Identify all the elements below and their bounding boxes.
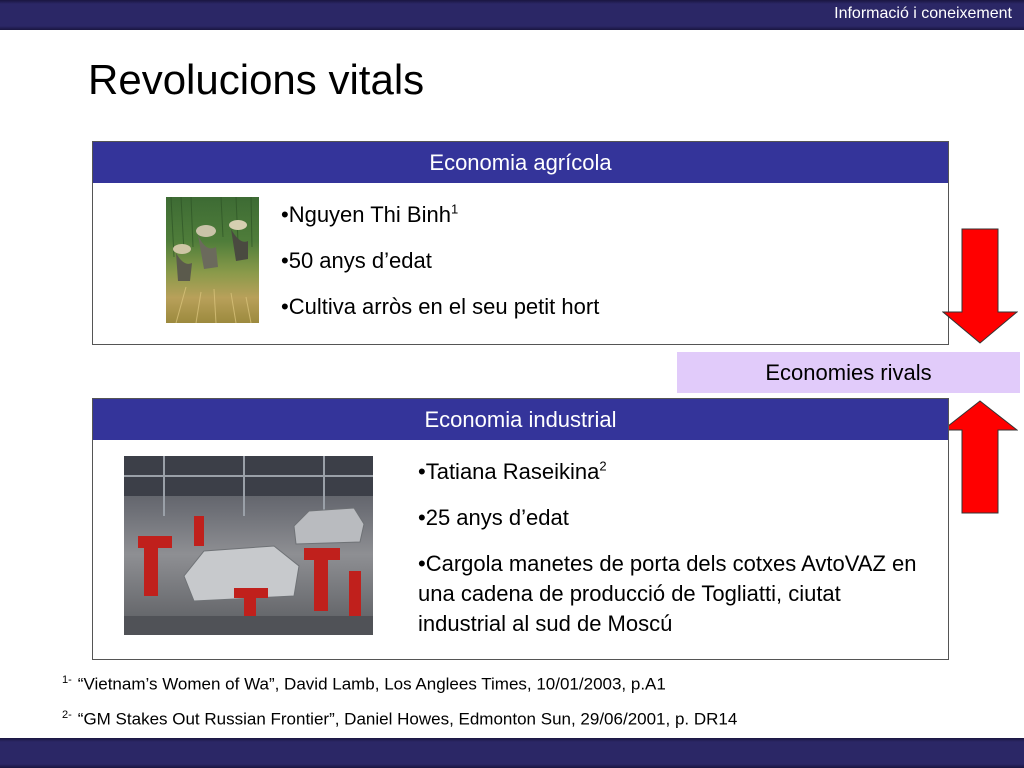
- bullet-item: •50 anys d’edat: [281, 248, 432, 273]
- footnote-ref: 2: [599, 458, 607, 474]
- footnote-1: 1- “Vietnam’s Women of Wa”, David Lamb, L…: [62, 674, 666, 695]
- agricultural-panel-heading: Economia agrícola: [93, 142, 948, 183]
- agricultural-economy-panel: Economia agrícola •Nguyen Thi Binh1 •50 …: [92, 141, 949, 345]
- arrow-up-icon: [942, 400, 1018, 514]
- bullet-item: •Cargola manetes de porta dels cotxes Av…: [418, 551, 917, 636]
- rice-farmers-photo: [166, 197, 259, 323]
- footnote-text: “GM Stakes Out Russian Frontier”, Daniel…: [77, 709, 738, 729]
- bullet-item: •Tatiana Raseikina2: [418, 458, 607, 484]
- rival-economies-label: Economies rivals: [677, 352, 1020, 393]
- bullet-item: •25 anys d’edat: [418, 505, 569, 530]
- car-factory-photo: [124, 456, 373, 635]
- arrow-down-icon: [942, 228, 1018, 344]
- footnote-mark: 2-: [62, 709, 72, 721]
- industrial-economy-panel: Economia industrial •Tatiana Raseikina2 …: [92, 398, 949, 660]
- top-band: Informació i coneixement: [0, 0, 1024, 30]
- footnote-2: 2- “GM Stakes Out Russian Frontier”, Dani…: [62, 709, 737, 730]
- bullet-item: •Cultiva arròs en el seu petit hort: [281, 294, 600, 319]
- bullet-item: •Nguyen Thi Binh1: [281, 201, 459, 227]
- section-label: Informació i coneixement: [834, 5, 1012, 22]
- industrial-panel-heading: Economia industrial: [93, 399, 948, 440]
- industrial-bullet-list: •Tatiana Raseikina2 •25 anys d’edat •Car…: [418, 457, 918, 655]
- footnote-mark: 1-: [62, 674, 72, 686]
- agricultural-bullet-list: •Nguyen Thi Binh1 •50 anys d’edat •Culti…: [281, 202, 701, 340]
- page-title: Revolucions vitals: [88, 56, 425, 103]
- footnote-ref: 1: [450, 201, 459, 217]
- footnote-text: “Vietnam’s Women of Wa”, David Lamb, Los…: [77, 674, 666, 694]
- bottom-band: [0, 738, 1024, 768]
